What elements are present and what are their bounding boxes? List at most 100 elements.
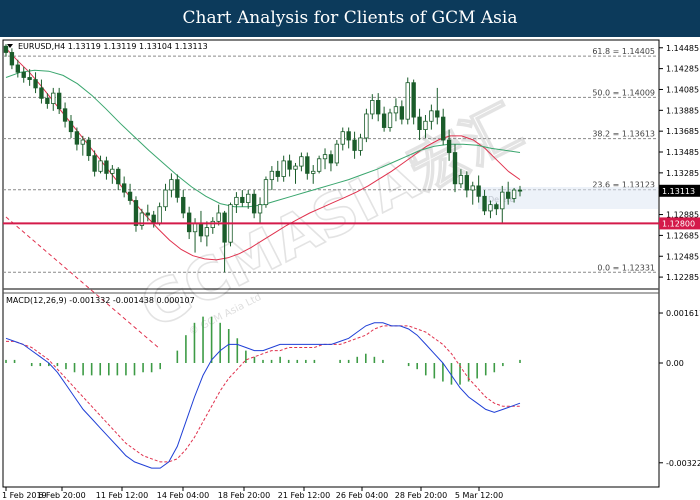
y-tick-label: 1.14285 <box>666 65 699 74</box>
chart-canvas[interactable]: GCMASIA宏汇 © GCM Asia Ltd 61.8 = 1.144055… <box>0 37 700 500</box>
candle-bear <box>435 110 440 118</box>
fib-label: 38.2 = 1.13613 <box>592 130 655 139</box>
candle-bull <box>470 185 475 191</box>
candle-bull <box>157 206 162 224</box>
fib-label: 0.0 = 1.12331 <box>597 263 655 272</box>
candle-bear <box>27 77 32 80</box>
fib-label: 50.0 = 1.14009 <box>592 88 655 97</box>
candle-bear <box>68 120 74 133</box>
candle-bull <box>316 158 322 172</box>
candle-bull <box>246 193 251 203</box>
fib-label: 61.8 = 1.14405 <box>592 47 655 56</box>
x-tick-label: 26 Feb 04:00 <box>336 491 388 500</box>
header-title: Chart Analysis for Clients of GCM Asia <box>0 0 700 37</box>
macd-signal-path <box>6 325 520 463</box>
x-tick-label: 28 Feb 20:00 <box>395 491 447 500</box>
x-tick-label: 14 Feb 04:00 <box>157 491 209 500</box>
candle-bull <box>405 82 410 120</box>
support-price-tag: 1.12800 <box>662 219 695 228</box>
y-tick-label: 1.12485 <box>666 252 699 261</box>
current-price-tag: 1.13113 <box>662 187 695 196</box>
candle-bull <box>263 179 269 206</box>
main-plot-border <box>2 39 660 488</box>
y-tick-label: 1.12685 <box>666 231 699 240</box>
candle-bear <box>3 45 9 53</box>
candle-bear <box>411 82 416 118</box>
candle-bull <box>169 179 174 191</box>
candle-bull <box>364 113 369 139</box>
x-tick-label: 21 Feb 12:00 <box>278 491 330 500</box>
y-tick-label: 1.13485 <box>666 148 699 157</box>
candle-bull <box>370 100 375 115</box>
candle-bear <box>417 116 422 131</box>
candle-bull <box>458 175 464 185</box>
price-axis: 1.14485 1.14285 1.14085 1.13885 1.13685 1.134… <box>659 44 699 282</box>
main-panel: GCMASIA宏汇 © GCM Asia Ltd 61.8 = 1.144055… <box>2 39 700 488</box>
candle-bear <box>376 100 381 115</box>
y-tick-label: 1.14085 <box>666 85 699 94</box>
candle-bull <box>423 120 428 131</box>
time-axis: 1 Feb 20196 Feb 20:00 11 Feb 12:00 14 Feb … <box>2 487 503 500</box>
candle-bear <box>240 196 245 203</box>
candle-bear <box>222 212 227 243</box>
candle-bull <box>163 189 168 208</box>
y-tick-label: 1.13285 <box>666 169 699 178</box>
candle-bull <box>340 131 345 145</box>
x-tick-label: 18 Feb 20:00 <box>218 491 270 500</box>
candle-bear <box>476 185 481 197</box>
candle-bear <box>92 155 97 172</box>
candle-bull <box>216 212 221 222</box>
candle-bear <box>517 189 523 192</box>
candle-bear <box>464 175 470 191</box>
macd-tick-label: 0.00 <box>666 359 684 368</box>
candle-bear <box>21 71 26 78</box>
candle-bull <box>488 204 493 212</box>
candle-bear <box>446 139 452 153</box>
candle-bear <box>45 97 50 104</box>
candle-bull <box>500 191 505 210</box>
candle-bear <box>181 196 186 214</box>
candle-bear <box>116 168 121 185</box>
candle-bear <box>441 116 446 141</box>
candle-bull <box>393 106 399 114</box>
candle-bull <box>293 165 298 170</box>
macd-label: MACD(12,26,9) -0.001332 -0.001438 0.0001… <box>6 296 195 305</box>
candle-bear <box>287 160 292 170</box>
candle-bull <box>387 112 393 128</box>
macd-signal-line <box>6 325 520 463</box>
y-tick-label: 1.13685 <box>666 127 699 136</box>
macd-axis: 0.001617 0.00 -0.003229 <box>659 309 700 468</box>
macd-tick-label: -0.003229 <box>666 459 700 468</box>
candle-bear <box>15 64 20 73</box>
candle-bull <box>281 160 286 177</box>
x-tick-label: 11 Feb 12:00 <box>96 491 148 500</box>
price-tags: 1.13113 1.12800 <box>659 184 700 230</box>
candle-bull <box>234 196 239 206</box>
macd-line-path <box>5 322 521 469</box>
candle-bear <box>74 131 80 145</box>
candle-bear <box>506 191 511 199</box>
candle-bear <box>57 92 62 110</box>
candle-bear <box>186 212 192 233</box>
candle-bull <box>80 139 85 145</box>
x-tick-label: 5 Mar 12:00 <box>455 491 503 500</box>
candle-bear <box>275 170 280 177</box>
candle-bear <box>305 156 310 174</box>
candle-bull <box>110 168 115 174</box>
candle-bull <box>311 170 316 174</box>
candle-bull <box>51 92 56 104</box>
candle-bear <box>399 106 405 120</box>
candle-bull <box>210 220 215 228</box>
candle-bear <box>86 139 91 157</box>
candle-bull <box>204 227 210 237</box>
candle-bull <box>98 160 103 172</box>
candle-bull <box>269 170 275 181</box>
candle-bear <box>352 139 357 151</box>
candle-bear <box>494 204 499 210</box>
candle-bear <box>121 183 127 193</box>
candle-bull <box>299 156 304 167</box>
y-tick-label: 1.14485 <box>666 44 699 53</box>
candle-bear <box>39 87 44 99</box>
candle-bull <box>334 143 340 164</box>
x-tick-label: 6 Feb 20:00 <box>38 491 85 500</box>
